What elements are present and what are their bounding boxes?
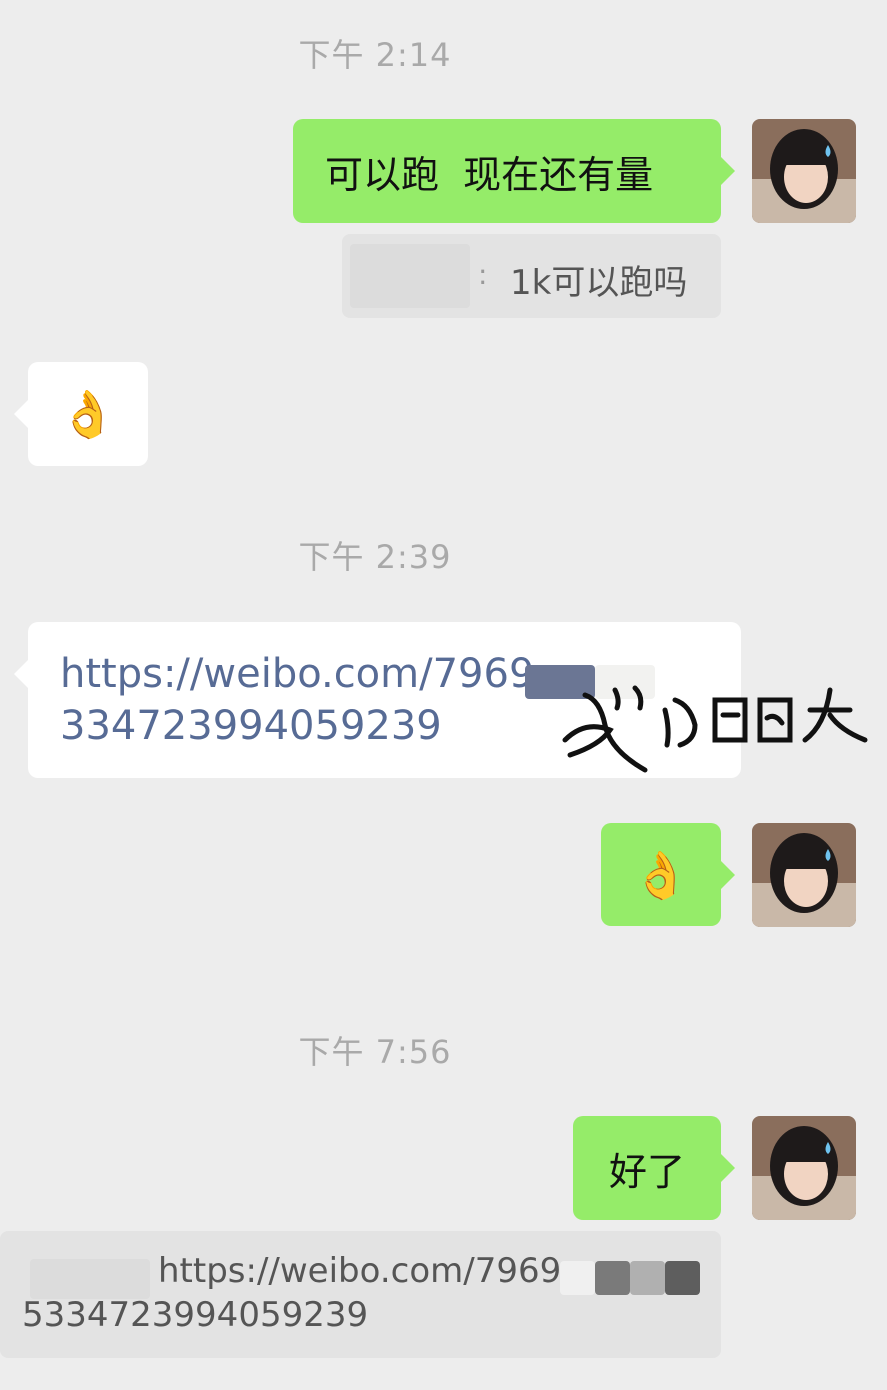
sent-message-bubble[interactable]: 好了 [573, 1116, 735, 1220]
signature-watermark [562, 685, 868, 773]
timestamp: 下午 2:14 [298, 36, 452, 74]
avatar-image [752, 1116, 856, 1220]
sent-message-bubble[interactable]: 可以跑 现在还有量 [293, 119, 735, 223]
redacted-link-block [630, 1261, 665, 1295]
quote-separator: : [478, 258, 488, 291]
quoted-message[interactable]: https://weibo.com/7969 5334723994059239 [0, 1231, 721, 1358]
redacted-name-block [350, 244, 470, 308]
quote-text: 1k可以跑吗 [510, 263, 688, 303]
ok-hand-emoji: 👌 [59, 387, 117, 441]
redacted-link-block [665, 1261, 700, 1295]
quote-link-line1[interactable]: https://weibo.com/7969 [158, 1251, 561, 1291]
user-avatar[interactable] [752, 119, 856, 223]
ok-hand-emoji: 👌 [632, 847, 690, 902]
avatar-image [752, 119, 856, 223]
redacted-name-block [30, 1259, 150, 1299]
avatar-image [752, 823, 856, 927]
message-text: 可以跑 现在还有量 [325, 152, 654, 197]
user-avatar[interactable] [752, 823, 856, 927]
timestamp: 下午 7:56 [298, 1033, 452, 1071]
user-avatar[interactable] [752, 1116, 856, 1220]
timestamp: 下午 2:39 [298, 538, 452, 576]
redacted-link-block [595, 1261, 630, 1295]
redacted-link-block [560, 1261, 595, 1295]
sent-message-bubble[interactable]: 👌 [601, 823, 735, 926]
message-text: 好了 [608, 1149, 685, 1194]
quote-link-line2[interactable]: 5334723994059239 [22, 1295, 368, 1335]
quoted-message[interactable]: : 1k可以跑吗 [342, 234, 721, 318]
received-message-bubble[interactable]: 👌 [14, 362, 148, 466]
